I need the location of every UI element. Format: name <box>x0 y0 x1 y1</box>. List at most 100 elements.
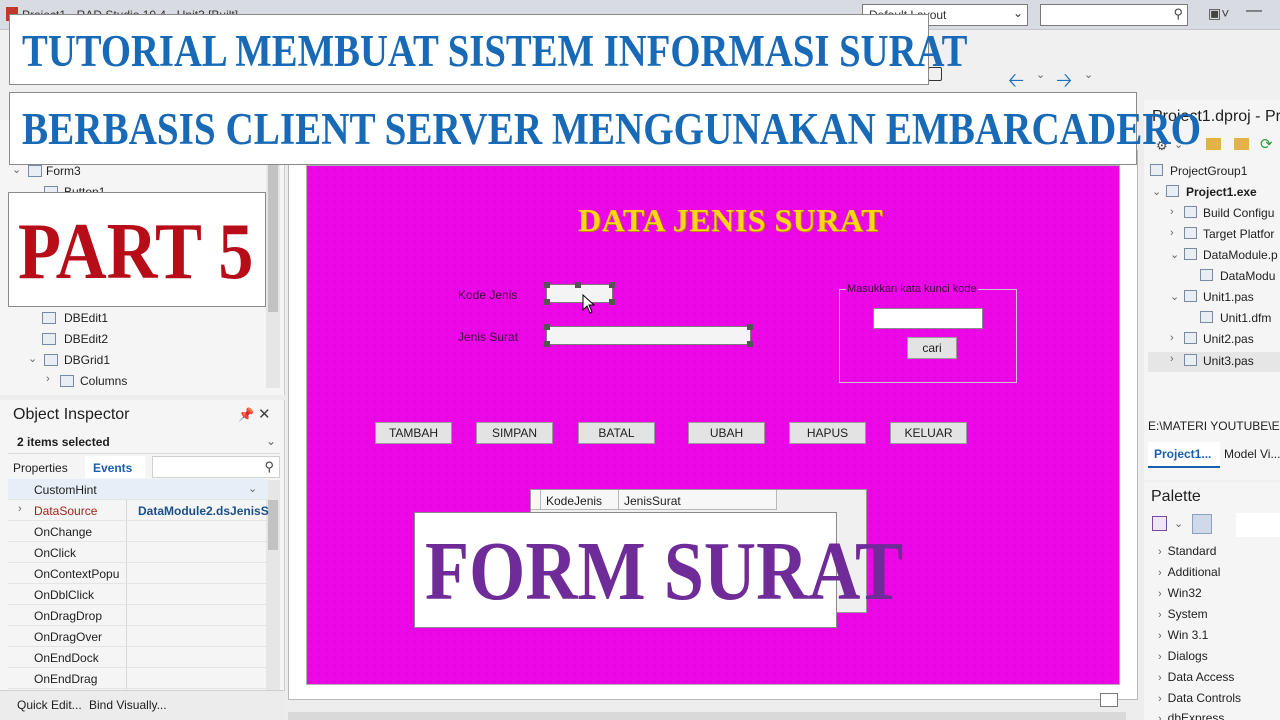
expand-icon[interactable]: › <box>1158 630 1162 642</box>
grid-column-header[interactable]: JenisSurat <box>619 490 777 510</box>
event-row-customhint[interactable]: CustomHint ⌄ <box>8 479 268 500</box>
chevron-down-icon[interactable]: ⌄ <box>248 482 257 495</box>
ubah-button[interactable]: UBAH <box>688 422 765 444</box>
minimize-button[interactable]: — <box>1246 2 1262 20</box>
scrollbar-thumb[interactable] <box>268 500 278 550</box>
selection-handle[interactable] <box>575 282 581 288</box>
selection-handle[interactable] <box>544 324 550 330</box>
palette-category-win32[interactable]: › Win32 <box>1158 586 1202 600</box>
event-row-ondragdrop[interactable]: OnDragDrop <box>8 605 268 626</box>
bind-visually-link[interactable]: Bind Visually... <box>89 698 167 712</box>
dbedit-icon <box>42 312 56 324</box>
expand-icon[interactable]: › <box>1170 353 1174 365</box>
selection-handle[interactable] <box>544 282 550 288</box>
palette-category-additional[interactable]: › Additional <box>1158 565 1220 579</box>
expand-icon[interactable]: › <box>1170 227 1174 239</box>
palette-category-label: Standard <box>1167 544 1217 558</box>
chevron-down-icon[interactable]: ⌄ <box>1084 68 1093 81</box>
expand-icon[interactable]: › <box>1158 567 1162 579</box>
event-row-ondblclick[interactable]: OnDblClick <box>8 584 268 605</box>
expand-icon[interactable]: › <box>1158 672 1162 684</box>
palette-category-data-controls[interactable]: › Data Controls <box>1158 691 1241 705</box>
palette-options-icon[interactable] <box>1152 516 1167 531</box>
tab-project[interactable]: Project1... <box>1148 442 1220 468</box>
cari-button[interactable]: cari <box>907 337 957 359</box>
tab-events[interactable]: Events <box>85 456 145 478</box>
designer-horizontal-scrollbar[interactable] <box>288 712 1126 720</box>
palette-category-win31[interactable]: › Win 3.1 <box>1158 628 1208 642</box>
inspector-filter-input[interactable]: ⚲ <box>152 456 280 478</box>
close-icon[interactable]: ✕ <box>258 405 271 423</box>
chevron-down-icon[interactable]: ⌄ <box>1036 68 1045 81</box>
kode-jenis-dbedit[interactable] <box>544 282 615 305</box>
palette-category-standard[interactable]: › Standard <box>1158 544 1216 558</box>
refresh-icon[interactable]: ⟳ <box>1260 135 1273 153</box>
expand-icon[interactable]: ⌄ <box>28 352 37 365</box>
expand-icon[interactable]: › <box>1158 588 1162 600</box>
event-row-onenddock[interactable]: OnEndDock <box>8 647 268 668</box>
palette-search-input[interactable] <box>1236 513 1280 537</box>
expand-icon[interactable]: › <box>1158 609 1162 621</box>
tree-item-dbedit1[interactable]: DBEdit1 <box>0 308 264 329</box>
selection-handle[interactable] <box>609 299 615 305</box>
event-row-onclick[interactable]: OnClick <box>8 542 268 563</box>
palette-category-data-access[interactable]: › Data Access <box>1158 670 1234 684</box>
project-item-unit3-pas[interactable]: › Unit3.pas <box>1148 352 1280 372</box>
project-item-label: Unit1.pas <box>1203 290 1254 304</box>
palette-category-label: Data Controls <box>1167 691 1242 705</box>
selection-handle[interactable] <box>544 341 550 347</box>
device-icon[interactable]: ▣˅ <box>1208 5 1229 22</box>
grid-column-header[interactable]: KodeJenis <box>541 490 619 510</box>
keyword-input[interactable] <box>873 308 983 329</box>
event-row-onenddrag[interactable]: OnEndDrag <box>8 668 268 689</box>
expand-icon[interactable]: › <box>46 373 50 385</box>
pointer-tool-icon[interactable] <box>1192 514 1212 534</box>
add-folder-icon[interactable] <box>1206 138 1221 150</box>
tree-item-dbedit2[interactable]: DBEdit2 <box>0 329 264 350</box>
event-row-oncontextpopup[interactable]: OnContextPopu <box>8 563 268 584</box>
pin-icon[interactable]: 📌 <box>238 407 254 423</box>
selection-handle[interactable] <box>544 299 550 305</box>
expand-icon[interactable]: › <box>1170 332 1174 344</box>
quick-edit-link[interactable]: Quick Edit... <box>17 698 82 712</box>
selection-handle[interactable] <box>747 341 753 347</box>
expand-icon[interactable]: › <box>1158 693 1162 705</box>
expand-icon[interactable]: ⌄ <box>1170 248 1179 261</box>
event-name: CustomHint <box>34 483 97 497</box>
expand-icon[interactable]: › <box>1158 651 1162 663</box>
palette-category-dbexpress[interactable]: › dbExpress <box>1158 711 1224 720</box>
event-row-onchange[interactable]: OnChange <box>8 521 268 542</box>
tree-item-dbgrid1[interactable]: ⌄ DBGrid1 <box>0 350 264 371</box>
chevron-down-icon[interactable]: ⌄ <box>1174 517 1183 530</box>
ide-search-input[interactable]: ⚲ <box>1040 4 1188 26</box>
folder-icon[interactable] <box>1234 138 1249 150</box>
tutorial-title-line2: BERBASIS CLIENT SERVER MENGGUNAKAN EMBAR… <box>22 104 1202 154</box>
selection-handle[interactable] <box>747 324 753 330</box>
simpan-button[interactable]: SIMPAN <box>476 422 553 444</box>
expand-icon[interactable]: › <box>1158 546 1162 558</box>
chevron-down-icon: ⌄ <box>265 434 276 448</box>
event-row-ondragover[interactable]: OnDragOver <box>8 626 268 647</box>
palette-category-dialogs[interactable]: › Dialogs <box>1158 649 1208 663</box>
scrollbar-thumb[interactable] <box>268 162 278 312</box>
keluar-button[interactable]: KELUAR <box>890 422 967 444</box>
expand-icon[interactable]: › <box>1170 206 1174 218</box>
tambah-button[interactable]: TAMBAH <box>375 422 452 444</box>
selection-handle[interactable] <box>609 282 615 288</box>
expand-icon[interactable]: ⌄ <box>1170 290 1179 303</box>
expand-icon[interactable]: ⌄ <box>1152 185 1161 198</box>
expand-icon[interactable]: › <box>18 503 22 515</box>
tab-properties[interactable]: Properties <box>13 461 68 475</box>
tree-item-columns[interactable]: › Columns <box>0 371 264 392</box>
event-row-datasource[interactable]: › DataSource DataModule2.dsJenisS <box>8 500 269 521</box>
expand-icon[interactable]: › <box>1158 713 1162 720</box>
jenis-surat-dbedit[interactable] <box>544 324 753 347</box>
selection-combo[interactable]: 2 items selected ⌄ <box>8 430 280 454</box>
palette-category-system[interactable]: › System <box>1158 607 1208 621</box>
batal-button[interactable]: BATAL <box>578 422 655 444</box>
hapus-button[interactable]: HAPUS <box>789 422 866 444</box>
search-icon: ⚲ <box>264 459 274 474</box>
resize-grip[interactable] <box>1100 693 1118 707</box>
event-value[interactable]: DataModule2.dsJenisS <box>138 504 269 518</box>
tab-model-view[interactable]: Model Vi... <box>1224 447 1280 461</box>
